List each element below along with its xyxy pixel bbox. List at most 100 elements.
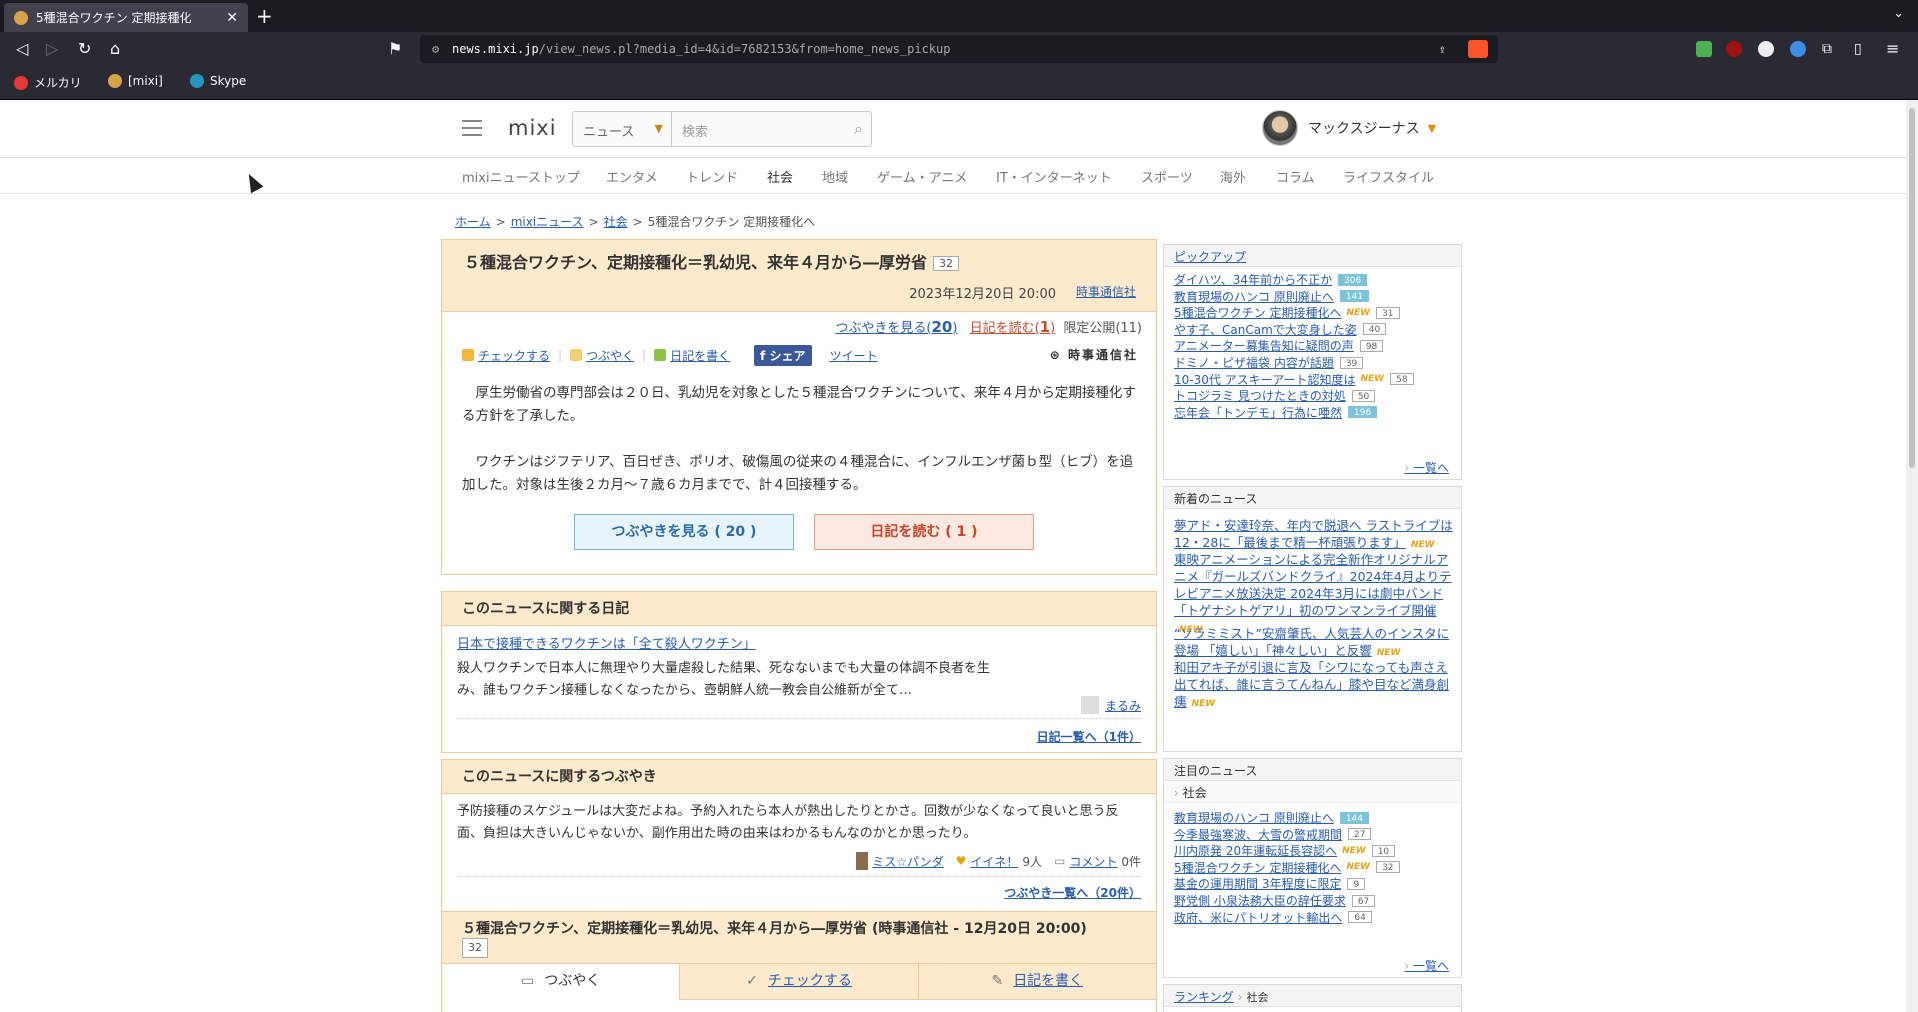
news-list-item[interactable]: 基金の運用期間 3年程度に限定 9 — [1174, 875, 1366, 892]
breadcrumb-category[interactable]: 社会 — [604, 215, 628, 229]
write-diary-action-label[interactable]: 日記を書く — [670, 347, 730, 364]
news-link[interactable]: 5種混合ワクチン 定期接種化へ — [1174, 859, 1341, 876]
news-list-item[interactable]: トコジラミ 見つけたときの対処 50 — [1174, 387, 1376, 404]
news-link[interactable]: 今季最強寒波、大雪の警戒期間 — [1174, 826, 1342, 843]
news-link[interactable]: 教育現場のハンコ 原則廃止へ — [1174, 809, 1334, 826]
nav-overseas[interactable]: 海外 — [1220, 167, 1246, 186]
user-dropdown-icon[interactable]: ▼ — [1428, 122, 1436, 135]
site-settings-icon[interactable]: ⚙ — [432, 35, 439, 63]
news-list-item[interactable]: 5種混合ワクチン 定期接種化へ NEW 31 — [1174, 304, 1400, 321]
like-link[interactable]: イイネ！ — [970, 853, 1018, 870]
news-link[interactable]: やす子、CanCamで大変身した姿 — [1174, 321, 1357, 338]
hamburger-menu-icon[interactable] — [462, 120, 482, 136]
avatar[interactable] — [1262, 110, 1298, 146]
news-list-item[interactable]: 野党側 小泉法務大臣の辞任要求 67 — [1174, 892, 1376, 909]
extension-icon[interactable] — [1696, 41, 1712, 57]
tab-write-diary[interactable]: ✎ 日記を書く — [918, 964, 1156, 1000]
news-link[interactable]: 野党側 小泉法務大臣の辞任要求 — [1174, 892, 1346, 909]
extension-circle-icon[interactable] — [1758, 41, 1774, 57]
bookmark-mercari[interactable]: メルカリ — [14, 74, 82, 91]
facebook-share-button[interactable]: f シェア — [754, 344, 812, 366]
news-link[interactable]: 基金の運用期間 3年程度に限定 — [1174, 875, 1341, 892]
search-icon[interactable]: ⌕ — [854, 119, 863, 139]
menu-icon[interactable]: ≡ — [1886, 39, 1899, 59]
check-action[interactable]: チェックする — [462, 347, 550, 364]
nav-lifestyle[interactable]: ライフスタイル — [1343, 167, 1434, 186]
back-icon[interactable]: ◁ — [16, 39, 28, 59]
news-link[interactable]: 教育現場のハンコ 原則廃止へ — [1174, 288, 1334, 305]
extensions-puzzle-icon[interactable]: ⧉ — [1822, 39, 1832, 59]
news-list-item[interactable]: 5種混合ワクチン 定期接種化へ NEW 32 — [1174, 859, 1400, 876]
tab-list-chevron-icon[interactable]: ⌄ — [1893, 6, 1904, 21]
check-action-label[interactable]: チェックする — [478, 347, 550, 364]
tweet-action[interactable]: つぶやく — [570, 347, 634, 364]
news-link[interactable]: 10-30代 アスキーアート認知度は — [1174, 371, 1356, 388]
news-list-item[interactable]: ダイハツ、34年前から不正か 306 — [1174, 271, 1368, 288]
nav-column[interactable]: コラム — [1276, 167, 1315, 186]
news-link[interactable]: “ソラミミスト”安齋肇氏、人気芸人のインスタに登場 「嬉しい」「神々しい」と反響 — [1174, 626, 1449, 658]
diary-list-link[interactable]: 日記一覧へ（1件） — [1037, 728, 1141, 745]
bookmark-skype[interactable]: Skype — [190, 74, 246, 88]
new-news-item[interactable]: “ソラミミスト”安齋肇氏、人気芸人のインスタに登場 「嬉しい」「神々しい」と反響… — [1174, 625, 1454, 662]
tweet-author-avatar[interactable] — [856, 852, 869, 870]
close-tab-icon[interactable]: ✕ — [226, 10, 238, 26]
news-link[interactable]: 東映アニメーションによる完全新作オリジナルアニメ『ガールズバンドクライ』2024… — [1174, 552, 1452, 618]
bookmark-mixi[interactable]: [mixi] — [108, 74, 163, 88]
diary-entry-link[interactable]: 日本で接種できるワクチンは「全て殺人ワクチン」 — [457, 633, 756, 652]
address-bar[interactable]: ⚙ news.mixi.jp/view_news.pl?media_id=4&i… — [420, 35, 1498, 63]
featured-more-link[interactable]: › 一覧へ — [1404, 957, 1449, 974]
forward-icon[interactable]: ▷ — [46, 39, 58, 59]
new-tab-icon[interactable]: + — [256, 4, 273, 28]
nav-sports[interactable]: スポーツ — [1141, 167, 1193, 186]
comment-link[interactable]: コメント — [1069, 853, 1117, 870]
news-list-item[interactable]: 今季最強寒波、大雪の警戒期間 27 — [1174, 826, 1372, 843]
news-link[interactable]: 政府、米にパトリオット輸出へ — [1174, 909, 1342, 926]
ranking-link[interactable]: ランキング — [1174, 990, 1234, 1004]
news-list-item[interactable]: 川内原発 20年運転延長容認へ NEW 10 — [1174, 842, 1396, 859]
news-list-item[interactable]: ドミノ・ピザ福袋 内容が話題 39 — [1174, 354, 1364, 371]
nav-trend[interactable]: トレンド — [686, 167, 738, 186]
bookmark-icon[interactable]: ⚑ — [388, 39, 402, 59]
nav-it[interactable]: IT・インターネット — [996, 167, 1112, 186]
news-link[interactable]: ドミノ・ピザ福袋 内容が話題 — [1174, 354, 1334, 371]
username[interactable]: マックスジーナス — [1308, 118, 1420, 138]
ublock-icon[interactable] — [1726, 41, 1742, 57]
home-icon[interactable]: ⌂ — [110, 39, 120, 59]
tab-tweet[interactable]: ▭ つぶやく — [442, 964, 681, 1000]
read-diary-button[interactable]: 日記を読む ( 1 ) — [814, 514, 1034, 550]
news-list-item[interactable]: アニメーター募集告知に疑問の声 98 — [1174, 337, 1384, 354]
new-news-item[interactable]: 和田アキ子が引退に言及「シワになっても声さえ出てれば、誰に言うてんねん」膝や目な… — [1174, 659, 1454, 713]
extension-blue-icon[interactable] — [1790, 41, 1806, 57]
tweet-author-name[interactable]: ミス☆パンダ — [872, 853, 943, 870]
tweet-action-label[interactable]: つぶやく — [586, 347, 634, 364]
twitter-tweet-link[interactable]: ツイート — [830, 347, 878, 364]
news-link[interactable]: アニメーター募集告知に疑問の声 — [1174, 337, 1354, 354]
news-list-item[interactable]: 教育現場のハンコ 原則廃止へ 141 — [1174, 288, 1370, 305]
news-list-item[interactable]: 教育現場のハンコ 原則廃止へ 144 — [1174, 809, 1370, 826]
tweet-list-link[interactable]: つぶやき一覧へ（20件） — [1004, 884, 1141, 901]
breadcrumb-home[interactable]: ホーム — [455, 215, 491, 229]
nav-entertainment[interactable]: エンタメ — [606, 167, 658, 186]
nav-game-anime[interactable]: ゲーム・アニメ — [877, 167, 967, 186]
tab-write-diary-label[interactable]: 日記を書く — [1013, 973, 1083, 989]
news-link[interactable]: トコジラミ 見つけたときの対処 — [1174, 387, 1346, 404]
nav-society[interactable]: 社会 — [767, 167, 793, 186]
view-tweets-link[interactable]: つぶやきを見る(20) — [835, 318, 957, 336]
diary-author[interactable]: まるみ — [1080, 696, 1141, 714]
write-diary-action[interactable]: 日記を書く — [654, 347, 730, 364]
news-link[interactable]: 和田アキ子が引退に言及「シワになっても声さえ出てれば、誰に言うてんねん」膝や目な… — [1174, 660, 1449, 709]
pickup-more-link[interactable]: › 一覧へ — [1404, 459, 1449, 476]
share-icon[interactable]: ⇪ — [1439, 35, 1446, 63]
breadcrumb-news[interactable]: mixiニュース — [511, 215, 584, 229]
sidebar-icon[interactable]: ▯ — [1854, 39, 1862, 59]
mixi-logo[interactable]: mixi — [508, 116, 557, 140]
news-list-item[interactable]: 忘年会「トンデモ」行為に唖然 196 — [1174, 404, 1378, 421]
user-menu[interactable]: マックスジーナス ▼ — [1262, 110, 1436, 146]
nav-local[interactable]: 地域 — [822, 167, 848, 186]
new-news-item[interactable]: 夢アド・安達玲奈、年内で脱退へ ラストライブは12・28に「最後まで精一杯頑張り… — [1174, 517, 1454, 554]
reload-icon[interactable]: ↻ — [78, 39, 91, 59]
tab-check-label[interactable]: チェックする — [768, 973, 852, 989]
nav-top[interactable]: mixiニューストップ — [462, 167, 580, 186]
news-link[interactable]: 忘年会「トンデモ」行為に唖然 — [1174, 404, 1342, 421]
news-list-item[interactable]: 10-30代 アスキーアート認知度は NEW 58 — [1174, 371, 1414, 388]
